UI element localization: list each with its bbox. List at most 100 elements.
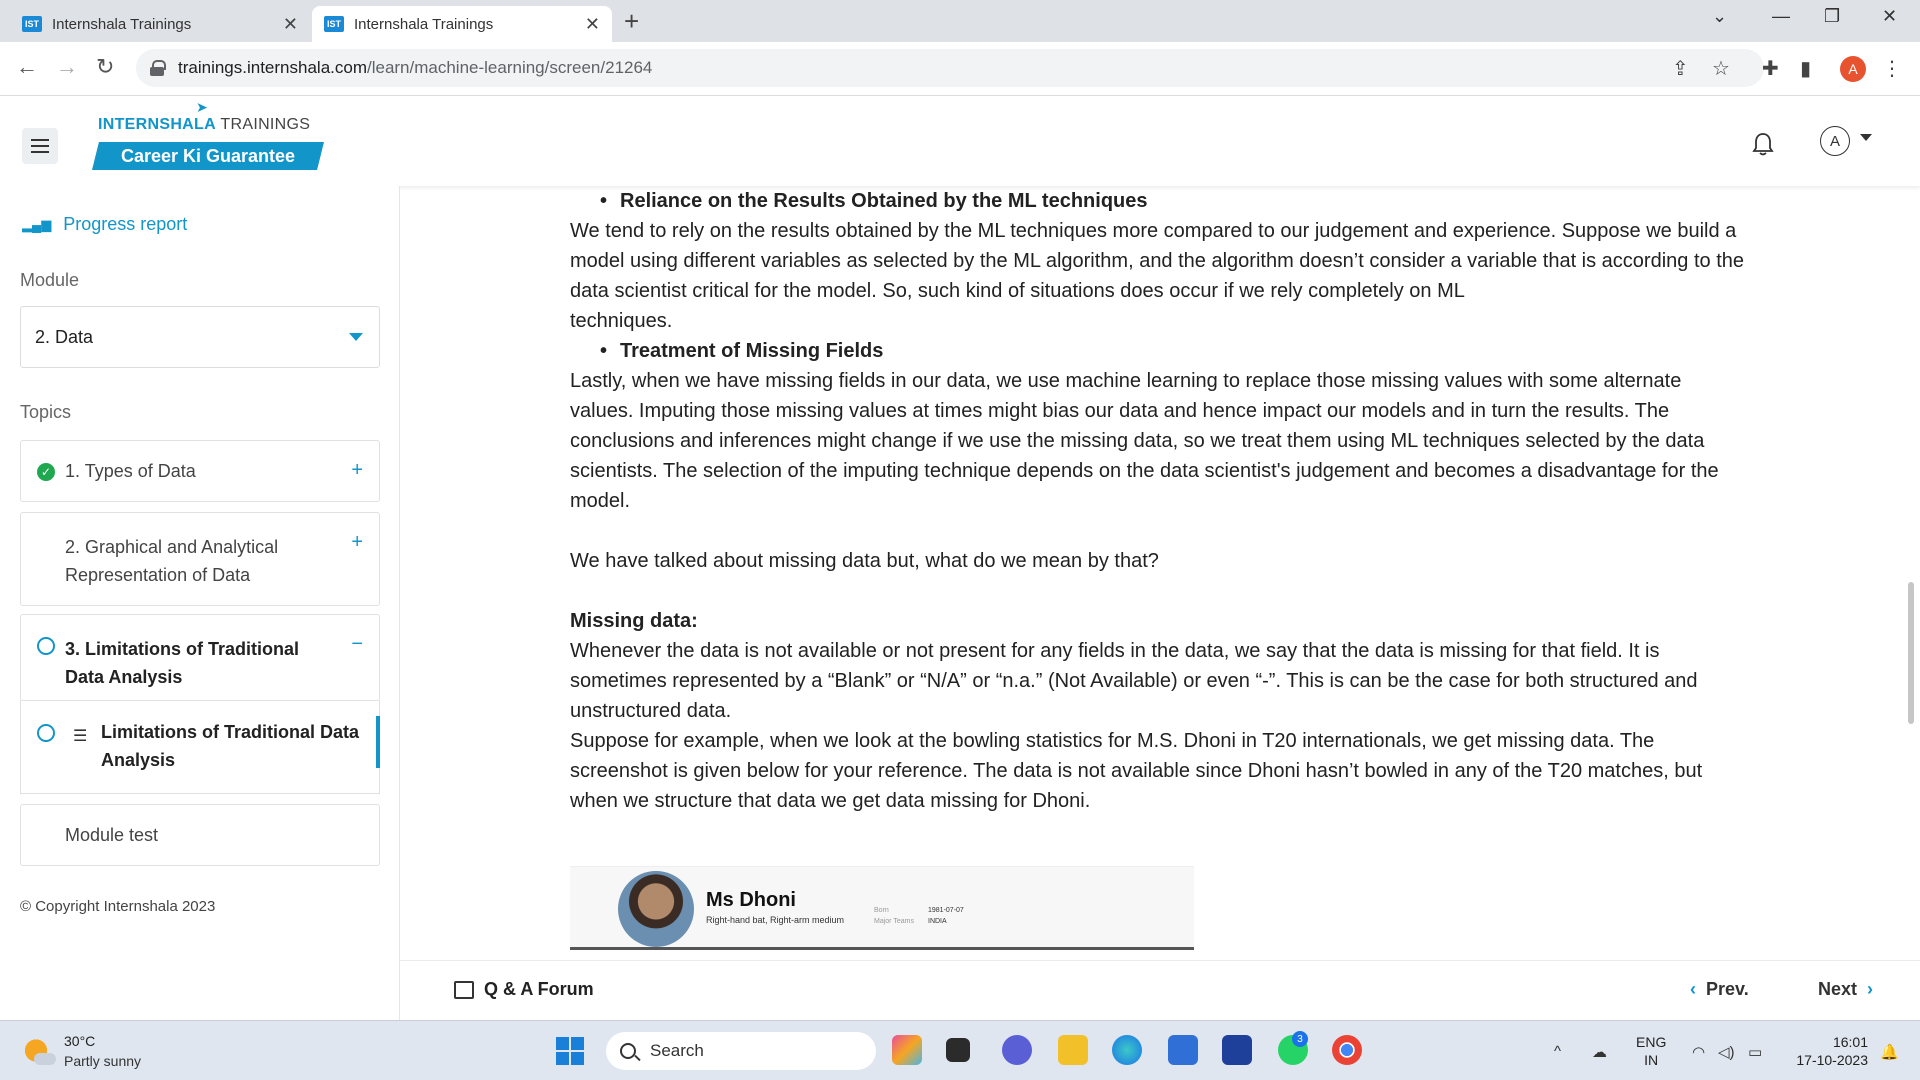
browser-tab[interactable]: IST Internshala Trainings ✕ [10, 6, 310, 42]
bar-chart-icon: ▂▄▆ [22, 216, 52, 232]
chevron-down-icon [349, 333, 363, 341]
paragraph: We tend to rely on the results obtained … [570, 220, 1744, 302]
url-host: trainings.internshala.com [178, 58, 367, 77]
course-sidebar: ▂▄▆ Progress report Module 2. Data Topic… [0, 186, 400, 1020]
topic-item-graphical-analytical[interactable]: 2. Graphical and Analytical Representati… [20, 512, 380, 606]
folder-app-icon[interactable] [1058, 1035, 1088, 1065]
url-field[interactable]: trainings.internshala.com/learn/machine-… [136, 49, 1764, 87]
browser-profile-avatar[interactable]: A [1840, 56, 1866, 82]
module-select[interactable]: 2. Data [20, 306, 380, 368]
browser-menu-icon[interactable]: ⋮ [1882, 56, 1902, 81]
input-language-indicator[interactable]: ENG IN [1636, 1033, 1666, 1069]
paragraph: Suppose for example, when we look at the… [570, 730, 1703, 812]
maximize-icon[interactable]: ❐ [1824, 6, 1840, 27]
reload-icon[interactable]: ↻ [96, 54, 114, 80]
topic-item-limitations[interactable]: 3. Limitations of Traditional Data Analy… [20, 614, 380, 701]
side-panel-icon[interactable]: ▮ [1800, 56, 1811, 81]
brand-tagline: Career Ki Guarantee [92, 142, 324, 170]
system-clock[interactable]: 16:01 17-10-2023 [1788, 1033, 1868, 1069]
weather-partly-sunny-icon[interactable] [24, 1037, 56, 1067]
notification-count-badge: 3 [1292, 1031, 1308, 1047]
onedrive-cloud-icon[interactable]: ☁ [1592, 1043, 1607, 1061]
player-name: Ms Dhoni [706, 889, 796, 911]
teams-chat-app-icon[interactable] [1002, 1035, 1032, 1065]
topic-item-types-of-data[interactable]: ✓ 1. Types of Data + [20, 440, 380, 502]
weather-temperature[interactable]: 30°C [64, 1033, 95, 1049]
progress-report-link[interactable]: ▂▄▆ Progress report [22, 214, 187, 235]
expand-plus-icon[interactable]: + [351, 531, 363, 554]
share-icon[interactable]: ⇪ [1672, 56, 1689, 81]
paragraph: techniques. [570, 310, 673, 332]
brand-logo[interactable]: INTERNSHALA TRAININGS [98, 116, 310, 134]
wifi-icon[interactable]: ◠ [1692, 1043, 1705, 1061]
player-meta-labels: Born Major Teams [874, 907, 914, 925]
microsoft-store-icon[interactable] [1168, 1035, 1198, 1065]
bookmark-star-icon[interactable]: ☆ [1712, 56, 1730, 81]
topics-label: Topics [20, 402, 72, 422]
close-window-icon[interactable]: ✕ [1882, 6, 1897, 27]
expand-plus-icon[interactable]: + [351, 459, 363, 482]
paragraph: Lastly, when we have missing fields in o… [570, 370, 1719, 512]
lesson-article: Reliance on the Results Obtained by the … [570, 186, 1750, 816]
new-tab-icon[interactable]: + [624, 6, 639, 37]
completed-check-icon: ✓ [37, 463, 55, 481]
bullet-heading: Treatment of Missing Fields [570, 336, 1750, 366]
in-progress-circle-icon [37, 724, 55, 742]
player-profile-image: Ms Dhoni Right-hand bat, Right-arm mediu… [570, 866, 1194, 950]
close-tab-icon[interactable]: ✕ [585, 14, 600, 35]
player-photo [618, 871, 694, 947]
copilot-app-icon[interactable] [892, 1035, 922, 1065]
menu-hamburger-icon[interactable] [22, 128, 58, 164]
browser-tab-active[interactable]: IST Internshala Trainings ✕ [312, 6, 612, 42]
forward-icon[interactable]: → [56, 54, 78, 80]
user-avatar[interactable]: A [1820, 126, 1850, 156]
scrollbar-thumb[interactable] [1908, 582, 1914, 724]
paper-plane-logo-icon: ➤ [196, 99, 208, 115]
internshala-favicon-icon: IST [22, 16, 42, 32]
lesson-footer: Q & A Forum ‹ Prev. Next › [400, 960, 1920, 1020]
qa-forum-button[interactable]: Q & A Forum [454, 979, 594, 1000]
site-header: ➤ INTERNSHALA TRAININGS Career Ki Guaran… [0, 96, 1920, 186]
address-bar-row: ← → ↻ trainings.internshala.com/learn/ma… [0, 42, 1920, 96]
tab-search-chevron-icon[interactable]: ⌄ [1712, 6, 1727, 27]
close-tab-icon[interactable]: ✕ [283, 14, 298, 35]
paragraph: Whenever the data is not available or no… [570, 640, 1698, 722]
chevron-down-icon[interactable] [1860, 134, 1872, 141]
notifications-bell-icon[interactable]: 🔔 [1880, 1043, 1899, 1061]
weather-description[interactable]: Partly sunny [64, 1053, 141, 1069]
browser-tab-bar: IST Internshala Trainings ✕ IST Internsh… [0, 0, 1920, 42]
chevron-right-icon: › [1867, 979, 1874, 999]
module-selected-value: 2. Data [35, 326, 94, 347]
collapse-minus-icon[interactable]: − [351, 633, 363, 656]
paragraph: We have talked about missing data but, w… [570, 550, 1159, 572]
player-meta-values: 1981-07-07 INDIA [928, 907, 964, 925]
prev-button[interactable]: ‹ Prev. [1690, 979, 1749, 1000]
tab-title: Internshala Trainings [52, 15, 192, 33]
edge-browser-icon[interactable] [1112, 1035, 1142, 1065]
section-heading: Missing data: [570, 610, 698, 632]
back-icon[interactable]: ← [16, 54, 38, 80]
battery-icon[interactable]: ▭ [1748, 1043, 1762, 1061]
module-label: Module [20, 270, 80, 290]
extensions-puzzle-icon[interactable]: ✚ [1762, 56, 1779, 81]
file-explorer-dark-app-icon[interactable] [946, 1038, 970, 1062]
volume-icon[interactable]: ◁) [1718, 1043, 1735, 1061]
active-indicator [376, 716, 380, 768]
search-icon [620, 1043, 636, 1059]
taskbar-search[interactable]: Search [606, 1032, 876, 1070]
subtopic-active[interactable]: ☰ Limitations of Traditional Data Analys… [20, 700, 380, 794]
notification-bell-icon[interactable] [1752, 132, 1774, 156]
module-test-item[interactable]: Module test [20, 804, 380, 866]
chrome-browser-icon[interactable] [1332, 1035, 1362, 1065]
next-button[interactable]: Next › [1818, 979, 1873, 1000]
in-progress-circle-icon [37, 637, 55, 655]
windows-taskbar: 30°C Partly sunny Search 3 ^ ☁ ENG IN ◠ … [0, 1020, 1920, 1080]
minimize-icon[interactable]: — [1772, 6, 1790, 27]
app-icon[interactable] [1222, 1035, 1252, 1065]
copyright-text: © Copyright Internshala 2023 [20, 898, 216, 915]
forum-icon [454, 980, 474, 999]
windows-start-icon[interactable] [556, 1037, 584, 1065]
bullet-heading: Reliance on the Results Obtained by the … [570, 186, 1750, 216]
show-hidden-icons-chevron-icon[interactable]: ^ [1554, 1043, 1561, 1060]
chevron-left-icon: ‹ [1690, 979, 1696, 999]
